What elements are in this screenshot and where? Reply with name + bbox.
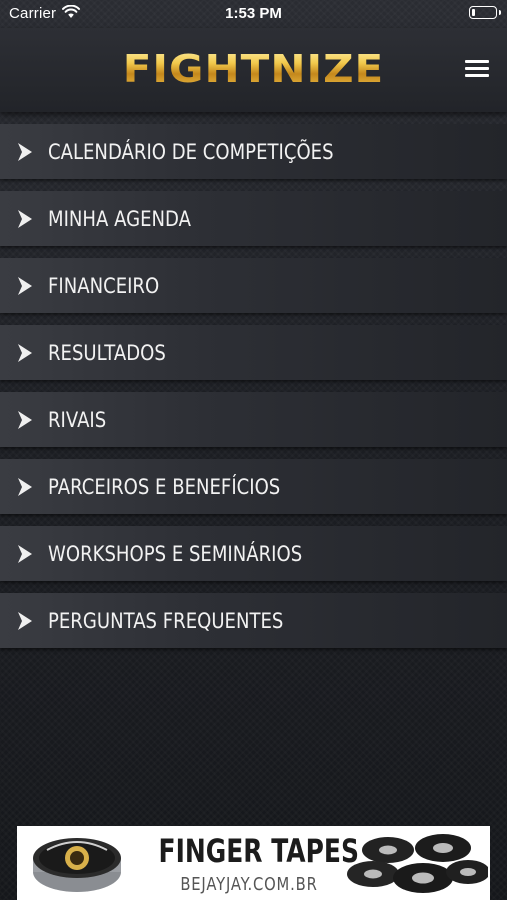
chevron-right-icon	[18, 277, 32, 295]
battery-icon	[469, 6, 501, 19]
ad-title: FINGER TAPES	[158, 832, 359, 870]
menu-item-label: WORKSHOPS E SEMINÁRIOS	[48, 542, 303, 566]
chevron-right-icon	[18, 344, 32, 362]
menu-item-label: RIVAIS	[48, 408, 107, 432]
menu-item-perguntas[interactable]: PERGUNTAS FREQUENTES	[0, 593, 507, 648]
clock: 1:53 PM	[225, 5, 282, 22]
menu-item-label: PERGUNTAS FREQUENTES	[48, 609, 284, 633]
menu-item-label: CALENDÁRIO DE COMPETIÇÕES	[48, 140, 334, 164]
menu-item-label: RESULTADOS	[48, 341, 166, 365]
status-bar: Carrier 1:53 PM	[0, 0, 507, 28]
menu-item-rivais[interactable]: RIVAIS	[0, 392, 507, 447]
menu-item-resultados[interactable]: RESULTADOS	[0, 325, 507, 380]
battery-level	[472, 9, 475, 16]
chevron-right-icon	[18, 545, 32, 563]
ad-banner[interactable]: FINGER TAPES BEJAYJAY.COM.BR	[17, 826, 490, 900]
menu-item-label: MINHA AGENDA	[48, 207, 192, 231]
menu-item-label: PARCEIROS E BENEFÍCIOS	[48, 475, 281, 499]
app-header: FIGHTNIZE	[0, 28, 507, 112]
menu-item-financeiro[interactable]: FINANCEIRO	[0, 258, 507, 313]
chevron-right-icon	[18, 411, 32, 429]
chevron-right-icon	[18, 478, 32, 496]
ad-url: BEJAYJAY.COM.BR	[180, 874, 318, 895]
chevron-right-icon	[18, 143, 32, 161]
tape-tin-image	[33, 838, 121, 892]
hamburger-menu-icon[interactable]	[465, 60, 489, 78]
menu-item-calendario[interactable]: CALENDÁRIO DE COMPETIÇÕES	[0, 124, 507, 179]
tape-rolls-image	[347, 834, 488, 893]
menu-item-workshops[interactable]: WORKSHOPS E SEMINÁRIOS	[0, 526, 507, 581]
app-logo: FIGHTNIZE	[0, 46, 507, 91]
chevron-right-icon	[18, 210, 32, 228]
menu-item-parceiros[interactable]: PARCEIROS E BENEFÍCIOS	[0, 459, 507, 514]
menu-item-label: FINANCEIRO	[48, 274, 160, 298]
menu-item-minha-agenda[interactable]: MINHA AGENDA	[0, 191, 507, 246]
chevron-right-icon	[18, 612, 32, 630]
